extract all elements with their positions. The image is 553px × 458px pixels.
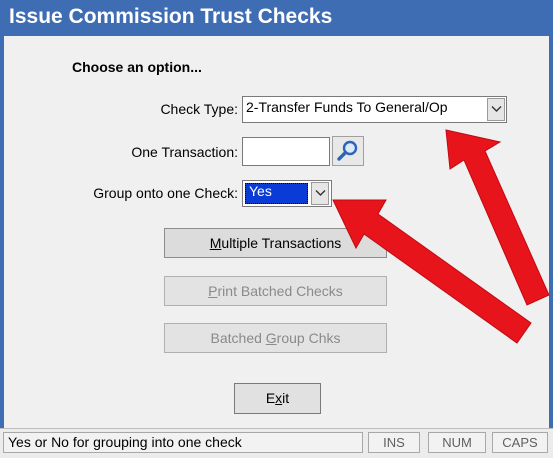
multiple-transactions-mnemonic: M xyxy=(209,235,222,251)
exit-label-start: E xyxy=(265,390,276,406)
batched-group-chks-button[interactable]: Batched Group Chks xyxy=(164,323,387,353)
ins-indicator: INS xyxy=(368,432,420,453)
batched-group-chks-label-start: Batched xyxy=(210,330,266,346)
chevron-down-icon xyxy=(315,190,326,196)
multiple-transactions-button[interactable]: Multiple Transactions xyxy=(164,228,387,258)
application-window: Issue Commission Trust Checks Choose an … xyxy=(0,0,553,458)
group-check-select[interactable]: Yes xyxy=(242,180,332,207)
print-batched-checks-label: rint Batched Checks xyxy=(217,283,343,299)
check-type-value: 2-Transfer Funds To General/Op xyxy=(246,99,448,115)
window-title: Issue Commission Trust Checks xyxy=(9,5,333,28)
exit-button[interactable]: Exit xyxy=(234,383,321,414)
one-transaction-input[interactable] xyxy=(242,137,330,166)
one-transaction-label: One Transaction: xyxy=(131,144,238,160)
caps-indicator: CAPS xyxy=(492,432,548,453)
check-type-label: Check Type: xyxy=(160,101,238,117)
annotation-arrow-check-type xyxy=(445,129,550,306)
exit-label-end: it xyxy=(282,390,290,406)
check-type-dropdown-button[interactable] xyxy=(487,98,505,121)
print-batched-checks-button[interactable]: Print Batched Checks xyxy=(164,276,387,306)
lookup-button[interactable] xyxy=(332,136,364,166)
chevron-down-icon xyxy=(491,106,502,112)
window-frame-right xyxy=(549,36,553,434)
form-heading: Choose an option... xyxy=(72,59,202,75)
batched-group-chks-label-end: roup Chks xyxy=(276,330,341,346)
check-type-select[interactable]: 2-Transfer Funds To General/Op xyxy=(242,96,507,123)
group-check-label: Group onto one Check: xyxy=(93,185,238,201)
multiple-transactions-label: ultiple Transactions xyxy=(221,235,342,251)
magnifier-icon xyxy=(337,140,358,161)
num-indicator: NUM xyxy=(428,432,486,453)
window-frame-left xyxy=(0,36,4,434)
status-message: Yes or No for grouping into one check xyxy=(3,432,363,453)
group-check-value: Yes xyxy=(249,183,272,199)
annotation-arrow-group-check xyxy=(332,199,532,344)
group-check-dropdown-button[interactable] xyxy=(311,182,329,205)
title-bar: Issue Commission Trust Checks xyxy=(0,0,553,36)
batched-group-chks-mnemonic: G xyxy=(265,330,277,346)
print-batched-checks-mnemonic: P xyxy=(208,283,218,299)
status-bar: Yes or No for grouping into one check IN… xyxy=(0,428,553,458)
